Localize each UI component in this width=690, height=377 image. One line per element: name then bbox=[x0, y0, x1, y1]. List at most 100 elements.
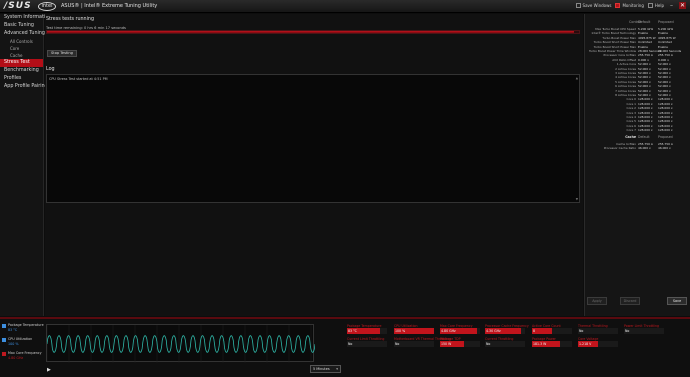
metric-value: 150 W bbox=[441, 342, 452, 346]
legend-item[interactable]: Package Temperature 83 °C bbox=[2, 323, 44, 337]
app-title: ASUS® | Intel® Extreme Tuning Utility bbox=[61, 3, 158, 9]
save-windows-toggle[interactable]: Save Windows bbox=[575, 3, 611, 8]
metric-bar bbox=[578, 328, 618, 334]
status-label: Stress tests running bbox=[46, 17, 95, 22]
proposed-value: 46.000 x bbox=[658, 146, 671, 150]
save-button[interactable]: Save bbox=[667, 297, 687, 305]
log-label: Log bbox=[46, 67, 55, 72]
metric-value: 181.3 W bbox=[533, 342, 547, 346]
interval-select[interactable]: 5 Minutes ▾ bbox=[310, 365, 341, 373]
monitor-tile: Package Power 181.3 W bbox=[532, 337, 574, 349]
metric-bar bbox=[532, 328, 572, 334]
monitor-legend: Package Temperature 83 °C CPU Utilization 1… bbox=[2, 323, 44, 365]
cache-section-header: Cache Default Proposed bbox=[585, 135, 690, 140]
tuning-summary-panel: Control Default Proposed Apply Discard S… bbox=[584, 14, 690, 316]
legend-item[interactable]: Max Core Frequency 4.80 GHz bbox=[2, 351, 44, 365]
log-line: CPU Stress Test started at 4:51 PM bbox=[49, 77, 108, 81]
checkbox-icon bbox=[647, 3, 653, 8]
legend-value: 83 °C bbox=[8, 328, 18, 332]
legend-item[interactable]: CPU Utilization 100 % bbox=[2, 337, 44, 351]
discard-button[interactable]: Discard bbox=[620, 297, 640, 305]
setting-label: Core 7 bbox=[626, 128, 636, 133]
sidebar-item-benchmarking[interactable]: Benchmarking bbox=[0, 67, 43, 75]
monitor-tile: Processor Cache Frequency 4.30 GHz bbox=[485, 324, 529, 336]
cache-setting-row: Processor Cache Ratio 46.000 x 46.000 x bbox=[585, 146, 690, 150]
sidebar-item-basic-tuning[interactable]: Basic Tuning bbox=[0, 22, 43, 30]
checkbox-icon[interactable] bbox=[2, 338, 6, 342]
title-bar: /SUS intel ASUS® | Intel® Extreme Tuning… bbox=[0, 0, 690, 13]
metric-value: No bbox=[625, 329, 630, 333]
apply-button[interactable]: Apply bbox=[587, 297, 607, 305]
monitor-tile: Max Core Frequency 4.80 GHz bbox=[440, 324, 482, 336]
default-value: 128.000 x bbox=[638, 128, 653, 133]
col-header-default: Default bbox=[638, 20, 651, 24]
metric-value: 4.80 GHz bbox=[441, 329, 456, 333]
minimize-button[interactable]: – bbox=[668, 2, 675, 9]
default-value: Default bbox=[638, 134, 650, 139]
xtu-window: /SUS intel ASUS® | Intel® Extreme Tuning… bbox=[0, 0, 690, 377]
default-value: 46.000 x bbox=[638, 146, 651, 150]
metric-value: 8 bbox=[533, 329, 536, 333]
checkbox-icon[interactable] bbox=[2, 352, 6, 356]
metric-value: No bbox=[486, 342, 491, 346]
stop-testing-button[interactable]: Stop Testing bbox=[47, 50, 77, 57]
stress-test-panel: Stress tests running Test time remaining… bbox=[45, 14, 583, 316]
metric-value: No bbox=[395, 342, 400, 346]
monitoring-toggle[interactable]: Monitoring bbox=[615, 3, 644, 8]
setting-row: Core 7 128.000 x 128.000 x bbox=[585, 128, 690, 132]
checkbox-icon bbox=[615, 3, 621, 8]
metric-value: 83 °C bbox=[348, 329, 357, 333]
play-icon[interactable]: ▶ bbox=[47, 367, 51, 373]
metric-bar bbox=[624, 328, 664, 334]
scroll-down-icon[interactable]: ▼ bbox=[576, 197, 578, 201]
metric-bar bbox=[347, 341, 387, 347]
sidebar-item-cache[interactable]: Cache bbox=[0, 52, 43, 59]
metric-value: 100 % bbox=[395, 329, 406, 333]
series-line bbox=[47, 335, 315, 353]
test-progress-bar bbox=[46, 30, 580, 34]
progress-fill bbox=[47, 31, 574, 33]
metric-value: No bbox=[348, 342, 353, 346]
legend-name: CPU Utilization bbox=[8, 337, 33, 341]
sidebar-item-all-controls[interactable]: All Controls bbox=[0, 38, 43, 45]
monitoring-strip: Package Temperature 83 °C CPU Utilization 1… bbox=[0, 317, 690, 377]
col-header-proposed: Proposed bbox=[658, 20, 674, 24]
proposed-value: 128.000 x bbox=[658, 128, 673, 133]
sidebar-item-profiles[interactable]: Profiles bbox=[0, 75, 43, 83]
monitor-graph bbox=[46, 324, 315, 363]
monitor-tile: Current Throttling No bbox=[485, 337, 527, 349]
monitor-tile: Current Limit Throttling No bbox=[347, 337, 389, 349]
sidebar-item-app-profile-pairing[interactable]: App Profile Pairing bbox=[0, 83, 48, 91]
monitor-tile: CPU Utilization 100 % bbox=[394, 324, 436, 336]
title-bar-controls: Save Windows Monitoring Help – ✕ bbox=[575, 2, 686, 9]
metric-bar bbox=[394, 341, 434, 347]
sidebar-item-stress-test[interactable]: Stress Test bbox=[0, 59, 43, 67]
checkbox-icon bbox=[575, 3, 581, 8]
monitor-tile: Package TDP 150 W bbox=[440, 337, 482, 349]
monitor-tile: Core Voltage 1.218 V bbox=[578, 337, 620, 349]
metric-value: No bbox=[579, 329, 584, 333]
help-toggle[interactable]: Help bbox=[647, 3, 664, 8]
legend-value: 4.80 GHz bbox=[8, 356, 24, 360]
sidebar-nav: System Information Basic Tuning Advanced T… bbox=[0, 14, 51, 316]
sidebar-item-advanced-tuning[interactable]: Advanced Tuning bbox=[0, 30, 45, 38]
log-box[interactable]: CPU Stress Test started at 4:51 PM ▲ ▼ bbox=[46, 74, 580, 203]
sidebar-item-system-information[interactable]: System Information bbox=[0, 14, 51, 22]
legend-name: Package Temperature bbox=[8, 323, 44, 327]
monitor-graph-svg bbox=[47, 325, 315, 363]
legend-name: Max Core Frequency bbox=[8, 351, 42, 355]
monitor-tile: Active Core Count 8 bbox=[532, 324, 574, 336]
chevron-down-icon: ▾ bbox=[336, 367, 338, 371]
checkbox-icon[interactable] bbox=[2, 324, 6, 328]
setting-label: Cache bbox=[625, 134, 636, 139]
monitor-tile: Power Limit Throttling No bbox=[624, 324, 666, 336]
monitor-tile: Motherboard VR Thermal Throttling No bbox=[394, 337, 450, 349]
close-button[interactable]: ✕ bbox=[679, 2, 686, 9]
scroll-up-icon[interactable]: ▲ bbox=[576, 76, 578, 80]
asus-logo: /SUS bbox=[4, 1, 32, 11]
proposed-value: Proposed bbox=[658, 134, 673, 139]
metric-value: 4.30 GHz bbox=[486, 329, 501, 333]
legend-value: 100 % bbox=[8, 342, 19, 346]
sidebar-item-core[interactable]: Core bbox=[0, 45, 43, 52]
intel-logo: intel bbox=[38, 2, 56, 11]
